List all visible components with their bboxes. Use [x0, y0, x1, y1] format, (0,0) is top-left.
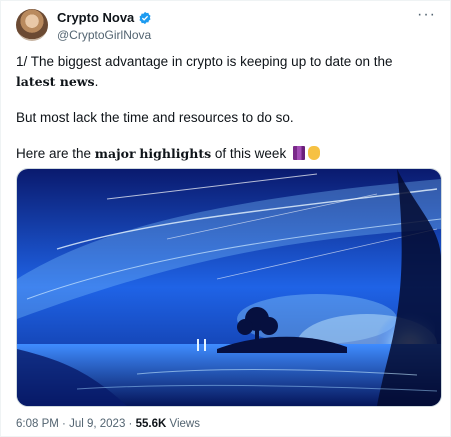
meta-separator: ·: [128, 418, 133, 430]
more-options-icon[interactable]: ···: [417, 6, 436, 24]
tweet-line-1: 1/ The biggest advantage in crypto is ke…: [16, 54, 393, 89]
tweet-card[interactable]: Crypto Nova @CryptoGirlNova ··· 1/ The b…: [0, 0, 451, 437]
tweet-date[interactable]: Jul 9, 2023: [69, 418, 125, 430]
views-count: 55.6K: [135, 418, 167, 430]
author-handle[interactable]: @CryptoGirlNova: [57, 28, 151, 42]
pointing-down-emoji-icon: [307, 146, 320, 160]
views-label: Views: [169, 418, 200, 430]
tweet-line-3: Here are the major highlights of this we…: [16, 144, 426, 164]
tweet-time[interactable]: 6:08 PM: [16, 418, 59, 430]
tweet-meta: 6:08 PM · Jul 9, 2023 · 55.6K Views: [16, 418, 200, 430]
tweet-line-2: But most lack the time and resources to …: [16, 110, 294, 125]
thread-emoji-icon: [292, 146, 305, 160]
anime-night-sky-image: [17, 169, 441, 406]
avatar[interactable]: [16, 9, 48, 41]
author-name[interactable]: Crypto Nova: [57, 10, 134, 25]
tweet-text: 1/ The biggest advantage in crypto is ke…: [16, 52, 426, 164]
verified-badge-icon: [139, 11, 151, 24]
author-row: Crypto Nova: [57, 10, 152, 25]
meta-separator: ·: [62, 418, 66, 430]
tweet-image[interactable]: [16, 168, 442, 407]
